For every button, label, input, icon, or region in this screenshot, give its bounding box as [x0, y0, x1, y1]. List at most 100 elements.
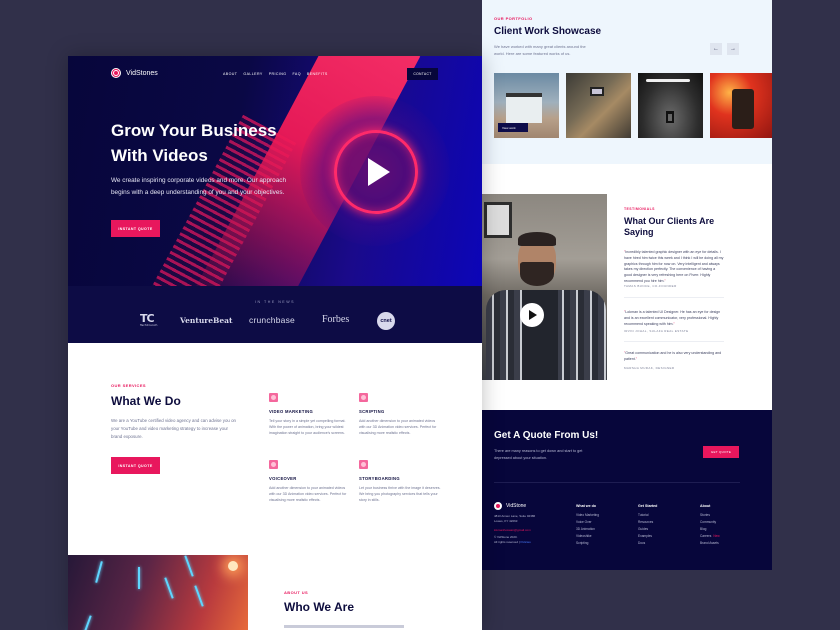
scripting-icon: [359, 393, 368, 402]
nav-link-about[interactable]: About: [223, 72, 237, 76]
footer-link[interactable]: Brand Assets: [700, 540, 720, 547]
divider: [624, 297, 724, 298]
person-beard: [520, 262, 554, 286]
page-left: VidStones About Gallery Pricing FAQ Bene…: [68, 56, 482, 630]
video-marketing-icon: [269, 393, 278, 402]
contact-button[interactable]: Contact: [407, 68, 438, 80]
about-title: Who We Are: [284, 600, 355, 614]
nav-link-benefits[interactable]: Benefits: [307, 72, 328, 76]
footer-column-what-we-do: What we do Video Marketing Voice Over 3D…: [576, 504, 599, 547]
play-icon: [529, 310, 537, 320]
stage-light-beam: [194, 585, 204, 607]
stage-light-beam: [138, 567, 140, 589]
view-work-button[interactable]: View work: [498, 123, 528, 132]
storyboarding-icon: [359, 460, 368, 469]
portfolio-item-camera[interactable]: [710, 73, 772, 138]
footer-link[interactable]: Stories: [700, 512, 720, 519]
service-storyboarding: Storyboarding Let your business thrive w…: [359, 460, 441, 504]
portfolio-item-studio[interactable]: [638, 73, 703, 138]
nav-links: About Gallery Pricing FAQ Benefits: [223, 72, 328, 76]
prev-button[interactable]: ←: [710, 43, 722, 55]
person-hair: [518, 232, 556, 246]
footer-link[interactable]: Videoshike: [576, 533, 599, 540]
footer-link-careers[interactable]: Careers New: [700, 533, 720, 540]
crunchbase-logo[interactable]: crunchbase: [249, 315, 295, 325]
voiceover-icon: [269, 460, 278, 469]
nav-link-pricing[interactable]: Pricing: [269, 72, 287, 76]
testimonial-quote: "Great communication and he is also very…: [624, 351, 722, 361]
quote-cta-text: There are many reasons to get down and s…: [494, 449, 583, 460]
footer-link[interactable]: Voice Over: [576, 519, 599, 526]
footer-link[interactable]: Tutorial: [638, 512, 657, 519]
nav-link-faq[interactable]: FAQ: [293, 72, 301, 76]
instant-quote-button[interactable]: Instant Quote: [111, 457, 160, 474]
about-concert-image: [68, 555, 248, 630]
services-title: What We Do: [111, 394, 181, 408]
policies-link[interactable]: Policies: [520, 540, 530, 544]
footer-link[interactable]: Scripting: [576, 540, 599, 547]
new-badge: New: [713, 534, 720, 538]
wall-frame: [484, 202, 512, 238]
hero-section: VidStones About Gallery Pricing FAQ Bene…: [68, 56, 482, 286]
stage-light-beam: [184, 555, 194, 577]
stage-light-beam: [95, 561, 103, 583]
about-section: About Us Who We Are: [248, 555, 482, 630]
top-nav: VidStones About Gallery Pricing FAQ Bene…: [68, 56, 482, 92]
stage-light-beam: [164, 577, 174, 599]
play-button[interactable]: [520, 303, 544, 327]
service-voiceover: Voiceover Add another dimension to your …: [269, 460, 351, 504]
testimonial-author: Marsha Murak, Designer: [624, 366, 675, 370]
next-button[interactable]: →: [727, 43, 739, 55]
logo[interactable]: VidStones: [111, 68, 158, 78]
footer-column-about: About Stories Community Blog Careers New …: [700, 504, 720, 547]
camera-monitor-image: [590, 87, 604, 96]
services-eyebrow: Our Services: [111, 383, 146, 388]
portfolio-gallery: View work: [494, 73, 772, 138]
portfolio-item-clapperboard[interactable]: View work: [494, 73, 559, 138]
testimonial-author: Irvin Johal, Sulafa Real Estate: [624, 329, 689, 333]
in-the-news-section: In the news TC TechCrunch VentureBeat cru…: [68, 286, 482, 343]
portfolio-item-film-set[interactable]: [566, 73, 631, 138]
quote-cta-section: Get A Quote From Us! There are many reas…: [482, 410, 772, 570]
about-text-placeholder: [284, 625, 404, 628]
testimonial-quote: "Lokman is a talented UI Designer. He ha…: [624, 310, 721, 326]
brand-name: VidStones: [126, 69, 158, 77]
footer-link[interactable]: Resources: [638, 519, 657, 526]
page-right: Our Portfolio Client Work Showcase We ha…: [482, 0, 772, 570]
nav-link-gallery[interactable]: Gallery: [243, 72, 262, 76]
footer-link[interactable]: Community: [700, 519, 720, 526]
hero-subtitle: We create inspiring corporate videos and…: [111, 177, 287, 196]
footer-link[interactable]: 3D Animation: [576, 526, 599, 533]
footer-link[interactable]: Blog: [700, 526, 720, 533]
services-section: Our Services What We Do We are a YouTube…: [68, 343, 482, 555]
portfolio-eyebrow: Our Portfolio: [494, 16, 533, 21]
footer-email[interactable]: lokmanhossain@gmail.com: [494, 528, 531, 532]
hero-play-button[interactable]: [334, 130, 418, 214]
footer-divider: [494, 482, 740, 483]
venturebeat-logo[interactable]: VentureBeat: [180, 316, 232, 325]
service-video-marketing: Video Marketing Tell your story in a sim…: [269, 393, 351, 437]
testimonial-video[interactable]: [482, 194, 607, 380]
get-quote-button[interactable]: Get Quote: [703, 446, 739, 458]
footer-address: 4813 Annen Lane, Suite 02386 Lowes, KY 4…: [494, 514, 536, 523]
chair-image: [666, 111, 674, 123]
footer-link[interactable]: Docs: [638, 540, 657, 547]
logo-icon: [111, 68, 121, 78]
forbes-logo[interactable]: Forbes: [322, 314, 349, 325]
footer-link[interactable]: Video Marketing: [576, 512, 599, 519]
instant-quote-button[interactable]: Instant Quote: [111, 220, 160, 237]
testimonial-quote: "Incredibly talented graphic designer wi…: [624, 250, 724, 283]
quote-cta-title: Get A Quote From Us!: [494, 430, 599, 441]
testimonials-title: What Our Clients Are Saying: [624, 216, 715, 237]
footer-link[interactable]: Guides: [638, 526, 657, 533]
footer-copyright: © VidStone 2020. All rights reserved | P…: [494, 535, 531, 544]
news-label: In the news: [255, 300, 295, 304]
techcrunch-logo[interactable]: TC TechCrunch: [140, 312, 157, 327]
cnet-logo[interactable]: cnet: [377, 312, 395, 330]
logo-icon: [494, 502, 502, 510]
portfolio-title: Client Work Showcase: [494, 26, 602, 37]
footer-link[interactable]: Examples: [638, 533, 657, 540]
testimonial-author: Tamas Bunce, CO-Founder: [624, 284, 677, 288]
studio-light-image: [646, 79, 690, 82]
footer-logo[interactable]: VidStone: [494, 502, 526, 510]
